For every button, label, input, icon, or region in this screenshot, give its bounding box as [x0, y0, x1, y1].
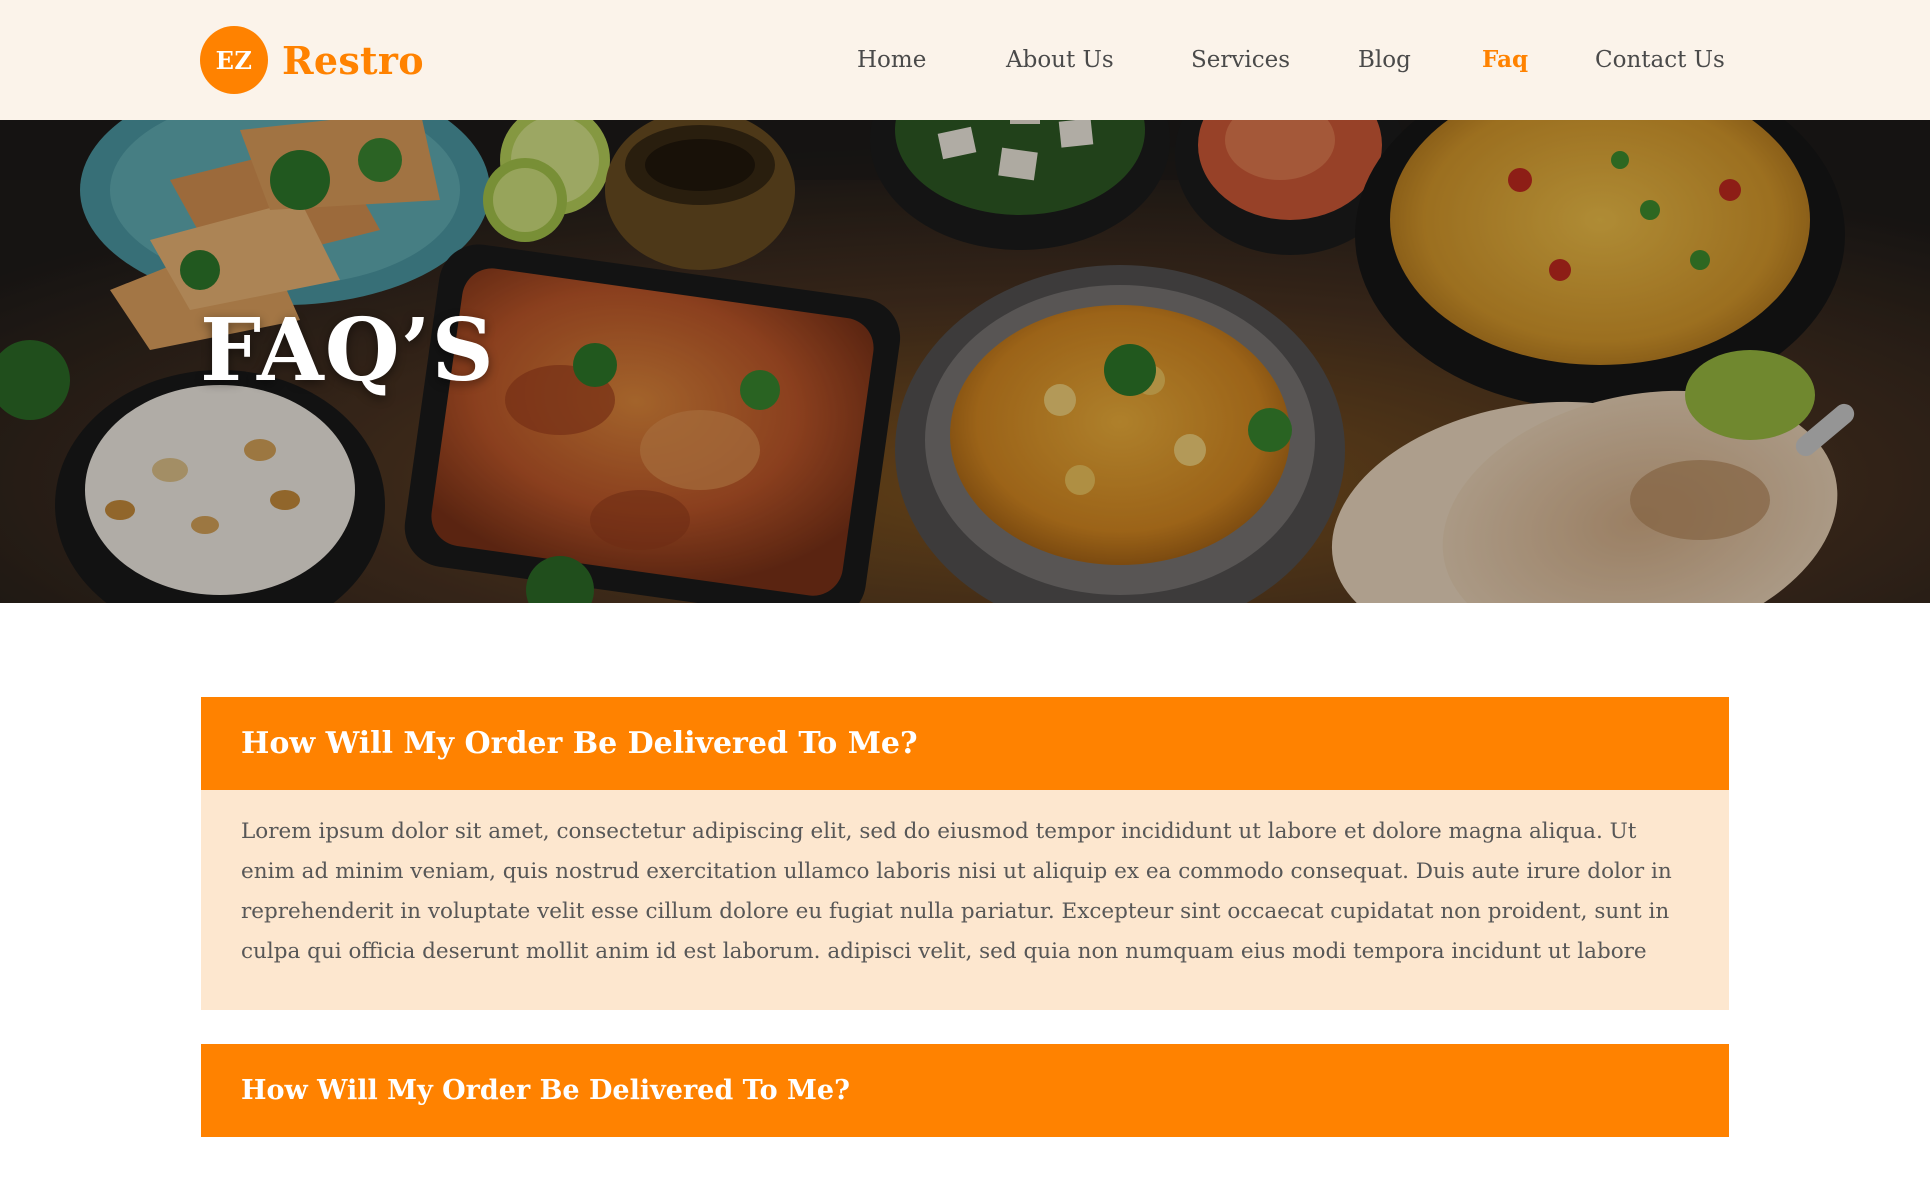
- nav-item-services[interactable]: Services: [1191, 38, 1290, 82]
- page-title: FAQ’S: [200, 300, 495, 401]
- nav-item-blog[interactable]: Blog: [1358, 38, 1411, 82]
- faq-item: How Will My Order Be Delivered To Me? Lo…: [201, 697, 1729, 1010]
- faq-list: How Will My Order Be Delivered To Me? Lo…: [201, 697, 1729, 1171]
- faq-answer: Lorem ipsum dolor sit amet, consectetur …: [201, 790, 1729, 1010]
- hero-banner: FAQ’S: [0, 120, 1930, 603]
- faq-item: How Will My Order Be Delivered To Me?: [201, 1044, 1729, 1137]
- site-header: EZ Restro Home About Us Services Blog Fa…: [0, 0, 1930, 120]
- main-nav: Home About Us Services Blog Faq Contact …: [0, 38, 1930, 82]
- faq-question[interactable]: How Will My Order Be Delivered To Me?: [201, 697, 1729, 790]
- nav-item-faq[interactable]: Faq: [1482, 38, 1528, 82]
- nav-item-contact-us[interactable]: Contact Us: [1595, 38, 1725, 82]
- nav-item-about-us[interactable]: About Us: [1006, 38, 1114, 82]
- faq-question[interactable]: How Will My Order Be Delivered To Me?: [201, 1044, 1729, 1137]
- nav-item-home[interactable]: Home: [857, 38, 926, 82]
